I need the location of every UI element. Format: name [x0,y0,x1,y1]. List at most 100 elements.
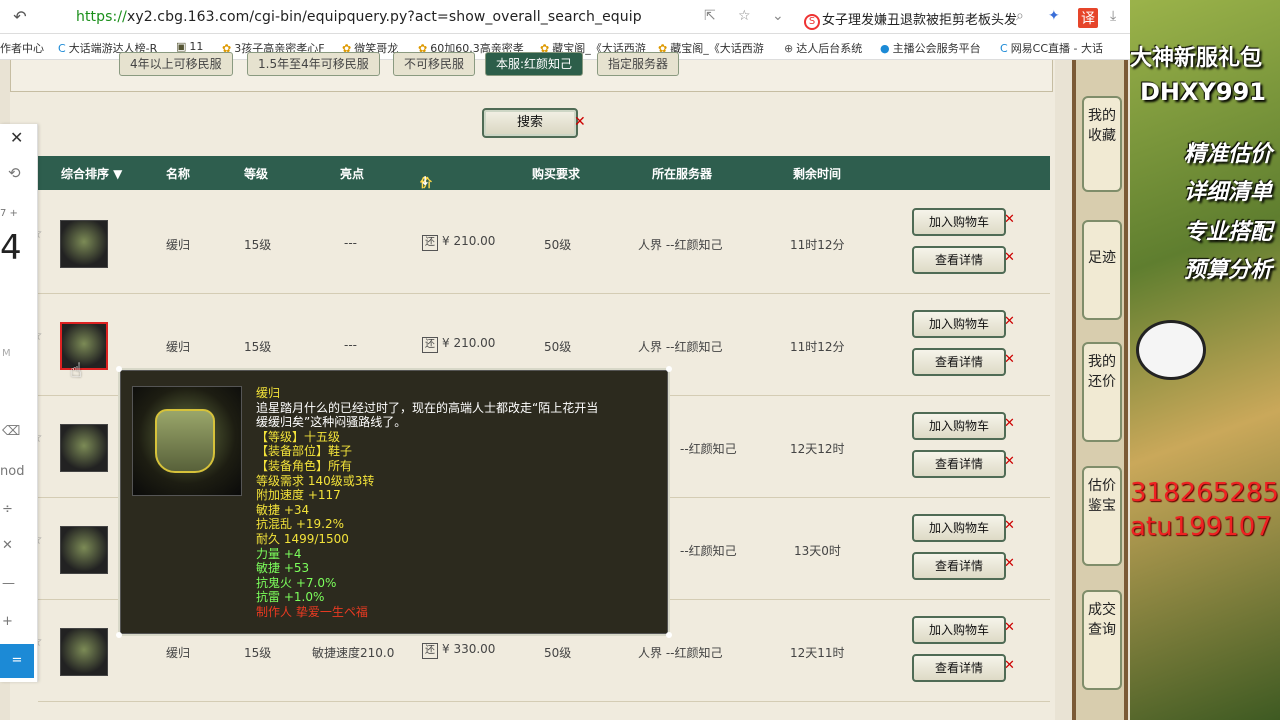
extension-icon[interactable]: ✦ [1048,8,1060,24]
view-details-button[interactable]: 查看详情 [912,552,1006,580]
url-path: xy2.cbg.163.com/cgi-bin/equipquery.py?ac… [126,9,642,25]
item-highlight: --- [344,338,357,352]
item-requirement: 50级 [544,238,572,252]
item-thumbnail[interactable] [60,424,108,472]
item-price: 还 ¥ 330.00 [422,642,495,659]
view-details-button[interactable]: 查看详情 [912,348,1006,376]
item-level: 15级 [244,238,272,252]
sort-down-icon[interactable]: ↓ [420,174,430,188]
star-icon[interactable]: ☆ [738,8,751,24]
item-server: 人界 --红颜知己 [638,238,723,252]
tooltip-title: 缓归 [256,386,281,400]
item-remaining: 11时12分 [790,238,845,252]
close-icon: ✕ [1004,556,1015,571]
close-icon: ✕ [1004,212,1015,227]
close-icon: ✕ [1004,314,1015,329]
equals-button[interactable]: = [0,644,34,678]
item-remaining: 13天0时 [794,544,841,558]
filter-button-selected[interactable]: 本服:红颜知己 [485,52,584,76]
tooltip-requirement: 等级需求 140级或3转 [256,473,375,488]
ad-line: 大神新服礼包 [1130,46,1263,71]
item-thumbnail[interactable] [60,628,108,676]
boots-icon [155,409,215,473]
filter-button[interactable]: 1.5年至4年可移民服 [247,52,380,76]
item-requirement: 50级 [544,340,572,354]
item-level: 15级 [244,340,272,354]
item-name: 缓归 [166,646,191,660]
close-icon: ✕ [1004,518,1015,533]
translate-icon[interactable]: 译 [1078,8,1098,28]
sort-dropdown[interactable]: 综合排序 ▼ [61,165,122,182]
add-to-cart-button[interactable]: 加入购物车 [912,412,1006,440]
search-icon[interactable]: ⌕ [1016,8,1024,24]
ad-line: DHXY991 [1140,78,1266,106]
chevron-down-icon[interactable]: ⌄ [772,8,784,24]
filter-button[interactable]: 指定服务器 [597,52,680,76]
ad-contact: 318265285 [1130,478,1279,508]
url-field[interactable]: https://xy2.cbg.163.com/cgi-bin/equipque… [76,9,642,25]
big-number: 4 [0,228,22,268]
item-name: 缓归 [166,238,191,252]
url-protocol: https:// [76,9,127,25]
divide-icon[interactable]: ÷ [2,502,38,517]
filter-button[interactable]: 不可移民服 [393,52,476,76]
side-mini-panel: ✕ ⟲ 7 + 4 M ⌫ nod ÷ ✕ — + = [0,124,38,682]
tooltip-role: 【装备角色】所有 [256,458,353,473]
clear-icon[interactable]: ⌫ [2,424,38,439]
header-requirement: 购买要求 [532,167,581,181]
tooltip-bonus: 敏捷 +53 [256,561,310,576]
back-icon[interactable]: ↶ [0,7,40,26]
item-thumbnail[interactable] [60,220,108,268]
add-to-cart-button[interactable]: 加入购物车 [912,310,1006,338]
tab-my-favorites[interactable]: 我的收藏 [1082,96,1122,192]
header-name: 名称 [166,167,191,181]
panda-image [1136,320,1206,380]
tab-transactions[interactable]: 成交查询 [1082,590,1122,690]
bookmark-item[interactable]: ⊕ 达人后台系统 [784,40,862,56]
search-button[interactable]: 搜索 [482,108,578,138]
minus-icon[interactable]: — [2,576,38,591]
bookmark-item[interactable]: 作者中心 [0,40,44,56]
item-remaining: 12天12时 [790,442,845,456]
download-icon[interactable]: ⤓ [1110,8,1116,24]
tab-my-bargains[interactable]: 我的还价 [1082,342,1122,442]
header-remaining: 剩余时间 [793,167,842,181]
news-ticker[interactable]: S 女子理发嫌丑退款被拒剪老板头发 [804,9,1017,30]
item-thumbnail[interactable] [60,322,108,370]
view-details-button[interactable]: 查看详情 [912,246,1006,274]
header-server: 所在服务器 [652,167,713,181]
share-icon[interactable]: ⇱ [704,8,716,24]
bookmark-item[interactable]: C 网易CC直播 - 大话 [1000,40,1103,56]
multiply-icon[interactable]: ✕ [2,538,38,553]
tooltip-maker: 制作人 挚爱一生ペ福 [256,604,368,619]
table-row: ☆ 缓归 15级 --- 还¥ 210.00 50级 人界 --红颜知己 11时… [30,192,1050,294]
tab-appraisal[interactable]: 估价鉴宝 [1082,466,1122,566]
bookmark-item[interactable]: ● 主播公会服务平台 [880,40,981,56]
close-icon: ✕ [1004,658,1015,673]
close-icon: ✕ [1004,620,1015,635]
bargain-tag-icon: 还 [422,643,438,659]
view-details-button[interactable]: 查看详情 [912,450,1006,478]
tooltip-desc: 追星踏月什么的已经过时了，现在的高端人士都改走“陌上花开当 [256,400,599,415]
history-icon[interactable]: ⟲ [8,164,44,182]
item-price: 还 ¥ 210.00 [422,234,495,251]
tooltip-desc: 缓缓归矣”这种闷骚路线了。 [256,415,407,430]
filter-button[interactable]: 4年以上可移民服 [119,52,233,76]
item-server: 人界 --红颜知己 [638,646,723,660]
item-thumbnail[interactable] [60,526,108,574]
item-remaining: 11时12分 [790,340,845,354]
tab-footprint[interactable]: 足迹 [1082,220,1122,320]
item-remaining: 12天11时 [790,646,845,660]
tooltip-stat: 抗混乱 +19.2% [256,517,344,532]
ad-line: 精准估价 [1183,142,1272,167]
view-details-button[interactable]: 查看详情 [912,654,1006,682]
close-icon: ✕ [1004,250,1015,265]
close-icon[interactable]: ✕ [10,128,46,147]
plus-icon[interactable]: + [2,614,38,629]
ad-banner: 大神新服礼包 DHXY991 精准估价 详细清单 专业搭配 预算分析 31826… [1130,0,1280,720]
bargain-tag-icon: 还 [422,235,438,251]
add-to-cart-button[interactable]: 加入购物车 [912,616,1006,644]
tooltip-bonus: 抗鬼火 +7.0% [256,575,337,590]
add-to-cart-button[interactable]: 加入购物车 [912,514,1006,542]
add-to-cart-button[interactable]: 加入购物车 [912,208,1006,236]
